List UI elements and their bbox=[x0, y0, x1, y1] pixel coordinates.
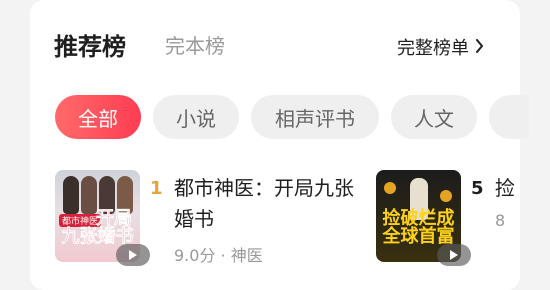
cover-title-art: 捡破烂成 全球首富 bbox=[382, 208, 455, 247]
book-score: 9.0分 bbox=[174, 246, 216, 265]
tab-recommended[interactable]: 推荐榜 bbox=[54, 27, 126, 62]
filter-chip-novel[interactable]: 小说 bbox=[153, 95, 239, 139]
play-icon bbox=[450, 250, 458, 260]
tab-completed[interactable]: 完本榜 bbox=[165, 30, 225, 59]
full-list-label: 完整榜单 bbox=[397, 38, 469, 59]
book-genre: 神医 bbox=[230, 246, 263, 265]
filter-chip-all[interactable]: 全部 bbox=[55, 95, 141, 139]
cover-coin bbox=[440, 190, 452, 202]
cover-figure bbox=[63, 176, 79, 214]
cover-title-art: 开局 九张婚书 bbox=[61, 208, 134, 247]
cover-figure bbox=[81, 176, 97, 214]
book-item[interactable]: 都市神医 开局 九张婚书 bbox=[55, 170, 150, 266]
play-icon bbox=[129, 250, 137, 260]
book-meta: 9.0分 · 神医 bbox=[174, 242, 263, 266]
book-title[interactable]: 捡 bbox=[495, 173, 525, 204]
full-list-link[interactable]: 完整榜单 bbox=[397, 34, 484, 60]
play-button[interactable] bbox=[437, 244, 471, 266]
play-button[interactable] bbox=[116, 244, 150, 266]
book-title[interactable]: 都市神医：开局九张婚书 bbox=[174, 173, 354, 235]
filter-chip-crosstalk[interactable]: 相声评书 bbox=[251, 95, 379, 139]
meta-separator: · bbox=[220, 246, 226, 265]
filter-chip-more[interactable] bbox=[489, 95, 529, 139]
chevron-right-icon bbox=[475, 37, 484, 58]
book-item[interactable]: 捡破烂成 全球首富 bbox=[376, 170, 471, 266]
cover-coin bbox=[384, 182, 396, 194]
book-score: 8 bbox=[495, 211, 506, 230]
rank-number: 5 bbox=[471, 178, 484, 199]
filter-chip-humanities[interactable]: 人文 bbox=[391, 95, 477, 139]
rank-number: 1 bbox=[150, 178, 163, 199]
